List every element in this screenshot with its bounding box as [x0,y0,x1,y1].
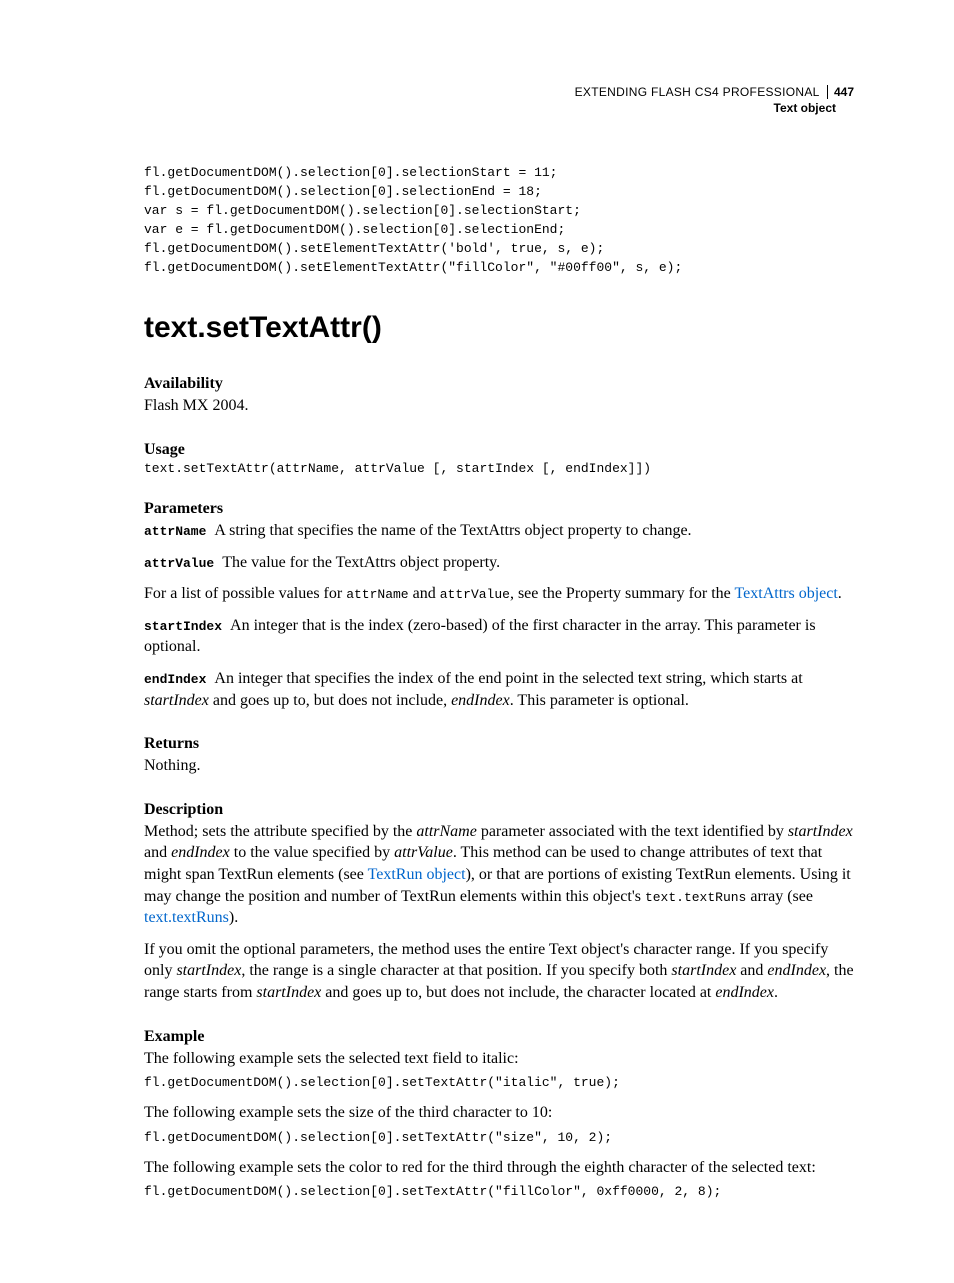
textrun-object-link[interactable]: TextRun object [368,866,466,883]
example-block: Example The following example sets the s… [144,1028,854,1200]
returns-label: Returns [144,735,854,753]
description-block: Description Method; sets the attribute s… [144,801,854,1004]
description-p2: If you omit the optional parameters, the… [144,939,854,1004]
param-attrvalue: attrValue The value for the TextAttrs ob… [144,552,854,574]
example-code1: fl.getDocumentDOM().selection[0].setText… [144,1075,854,1090]
returns-text: Nothing. [144,755,854,777]
entry-title: text.setTextAttr() [144,311,854,345]
param-name: endIndex [144,672,206,687]
param-desc: The value for the TextAttrs object prope… [222,554,500,571]
page-number: 447 [827,85,854,99]
param-desc: A string that specifies the name of the … [214,522,691,539]
example-line3: The following example sets the color to … [144,1157,854,1179]
param-desc: An integer that is the index (zero-based… [144,617,816,656]
param-endindex: endIndex An integer that specifies the i… [144,668,854,711]
example-line1: The following example sets the selected … [144,1048,854,1070]
returns-block: Returns Nothing. [144,735,854,777]
parameters-label: Parameters [144,500,854,518]
param-attrname: attrName A string that specifies the nam… [144,520,854,542]
usage-label: Usage [144,441,854,459]
availability-label: Availability [144,375,854,393]
availability-text: Flash MX 2004. [144,395,854,417]
textattrs-object-link[interactable]: TextAttrs object [735,585,838,602]
page-container: EXTENDING FLASH CS4 PROFESSIONAL 447 Tex… [0,0,954,1283]
availability-block: Availability Flash MX 2004. [144,375,854,417]
page-header: EXTENDING FLASH CS4 PROFESSIONAL 447 Tex… [144,84,854,116]
param-name: attrValue [144,556,214,571]
example-code2: fl.getDocumentDOM().selection[0].setText… [144,1130,854,1145]
text-textruns-link[interactable]: text.textRuns [144,909,229,926]
example-label: Example [144,1028,854,1046]
usage-block: Usage text.setTextAttr(attrName, attrVal… [144,441,854,476]
example-code3: fl.getDocumentDOM().selection[0].setText… [144,1184,854,1199]
section-title: Text object [144,100,854,116]
parameters-block: Parameters attrName A string that specif… [144,500,854,711]
description-p1: Method; sets the attribute specified by … [144,821,854,929]
param-list-note: For a list of possible values for attrNa… [144,583,854,605]
intro-code-block: fl.getDocumentDOM().selection[0].selecti… [144,164,854,277]
usage-code: text.setTextAttr(attrName, attrValue [, … [144,461,854,476]
example-line2: The following example sets the size of t… [144,1102,854,1124]
param-name: attrName [144,524,206,539]
book-title: EXTENDING FLASH CS4 PROFESSIONAL [575,85,820,99]
param-name: startIndex [144,619,222,634]
description-label: Description [144,801,854,819]
param-startindex: startIndex An integer that is the index … [144,615,854,658]
